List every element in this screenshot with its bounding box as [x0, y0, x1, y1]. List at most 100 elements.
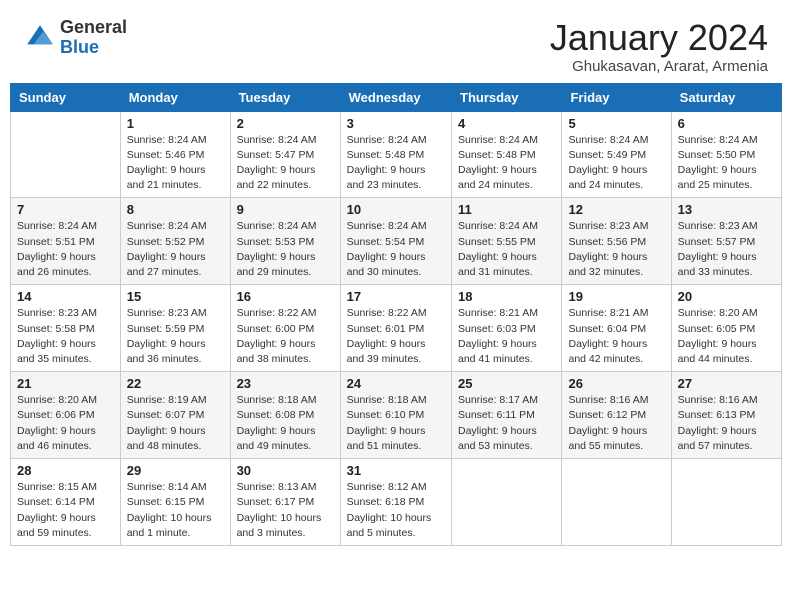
- calendar-cell: 19 Sunrise: 8:21 AMSunset: 6:04 PMDayligh…: [562, 285, 671, 372]
- day-number: 17: [347, 289, 445, 304]
- logo-general-text: General: [60, 18, 127, 38]
- cell-info: Sunrise: 8:12 AMSunset: 6:18 PMDaylight:…: [347, 480, 445, 541]
- calendar-cell: 11 Sunrise: 8:24 AMSunset: 5:55 PMDayligh…: [452, 198, 562, 285]
- logo-icon: [24, 22, 56, 54]
- cell-info: Sunrise: 8:23 AMSunset: 5:58 PMDaylight:…: [17, 306, 114, 367]
- day-number: 3: [347, 116, 445, 131]
- cell-info: Sunrise: 8:24 AMSunset: 5:46 PMDaylight:…: [127, 133, 224, 194]
- day-number: 1: [127, 116, 224, 131]
- calendar-cell: 28 Sunrise: 8:15 AMSunset: 6:14 PMDayligh…: [11, 459, 121, 546]
- calendar-cell: 14 Sunrise: 8:23 AMSunset: 5:58 PMDayligh…: [11, 285, 121, 372]
- logo-blue-text: Blue: [60, 38, 127, 58]
- calendar-cell: 21 Sunrise: 8:20 AMSunset: 6:06 PMDayligh…: [11, 372, 121, 459]
- cell-info: Sunrise: 8:16 AMSunset: 6:12 PMDaylight:…: [568, 393, 664, 454]
- calendar-cell: 12 Sunrise: 8:23 AMSunset: 5:56 PMDayligh…: [562, 198, 671, 285]
- cell-info: Sunrise: 8:20 AMSunset: 6:05 PMDaylight:…: [678, 306, 775, 367]
- calendar-cell: 18Sunrise: 8:21 AMSunset: 6:03 PMDayligh…: [452, 285, 562, 372]
- calendar-table: SundayMondayTuesdayWednesdayThursdayFrid…: [10, 83, 782, 546]
- calendar-cell: 30Sunrise: 8:13 AMSunset: 6:17 PMDayligh…: [230, 459, 340, 546]
- weekday-header: Wednesday: [340, 83, 451, 111]
- calendar-cell: [671, 459, 781, 546]
- day-number: 22: [127, 376, 224, 391]
- calendar-cell: 17 Sunrise: 8:22 AMSunset: 6:01 PMDayligh…: [340, 285, 451, 372]
- day-number: 20: [678, 289, 775, 304]
- cell-info: Sunrise: 8:18 AMSunset: 6:10 PMDaylight:…: [347, 393, 445, 454]
- cell-info: Sunrise: 8:21 AMSunset: 6:03 PMDaylight:…: [458, 306, 555, 367]
- weekday-header: Saturday: [671, 83, 781, 111]
- cell-info: Sunrise: 8:24 AMSunset: 5:52 PMDaylight:…: [127, 219, 224, 280]
- day-number: 21: [17, 376, 114, 391]
- day-number: 10: [347, 202, 445, 217]
- calendar-week-row: 7Sunrise: 8:24 AMSunset: 5:51 PMDaylight…: [11, 198, 782, 285]
- weekday-header: Tuesday: [230, 83, 340, 111]
- calendar-cell: 4 Sunrise: 8:24 AMSunset: 5:48 PMDaylight…: [452, 111, 562, 198]
- calendar-cell: 13 Sunrise: 8:23 AMSunset: 5:57 PMDayligh…: [671, 198, 781, 285]
- calendar-cell: 20 Sunrise: 8:20 AMSunset: 6:05 PMDayligh…: [671, 285, 781, 372]
- day-number: 6: [678, 116, 775, 131]
- location-text: Ghukasavan, Ararat, Armenia: [550, 58, 768, 75]
- weekday-header: Friday: [562, 83, 671, 111]
- logo: General Blue: [24, 18, 127, 58]
- cell-info: Sunrise: 8:19 AMSunset: 6:07 PMDaylight:…: [127, 393, 224, 454]
- calendar-cell: 8 Sunrise: 8:24 AMSunset: 5:52 PMDaylight…: [120, 198, 230, 285]
- cell-info: Sunrise: 8:24 AMSunset: 5:50 PMDaylight:…: [678, 133, 775, 194]
- weekday-header: Sunday: [11, 83, 121, 111]
- day-number: 19: [568, 289, 664, 304]
- day-number: 31: [347, 463, 445, 478]
- cell-info: Sunrise: 8:16 AMSunset: 6:13 PMDaylight:…: [678, 393, 775, 454]
- calendar-cell: 16 Sunrise: 8:22 AMSunset: 6:00 PMDayligh…: [230, 285, 340, 372]
- cell-info: Sunrise: 8:23 AMSunset: 5:59 PMDaylight:…: [127, 306, 224, 367]
- day-number: 5: [568, 116, 664, 131]
- calendar-cell: 9Sunrise: 8:24 AMSunset: 5:53 PMDaylight…: [230, 198, 340, 285]
- calendar-cell: [11, 111, 121, 198]
- day-number: 11: [458, 202, 555, 217]
- calendar-cell: 6 Sunrise: 8:24 AMSunset: 5:50 PMDaylight…: [671, 111, 781, 198]
- cell-info: Sunrise: 8:14 AMSunset: 6:15 PMDaylight:…: [127, 480, 224, 541]
- calendar-cell: [562, 459, 671, 546]
- cell-info: Sunrise: 8:23 AMSunset: 5:57 PMDaylight:…: [678, 219, 775, 280]
- cell-info: Sunrise: 8:22 AMSunset: 6:01 PMDaylight:…: [347, 306, 445, 367]
- cell-info: Sunrise: 8:24 AMSunset: 5:55 PMDaylight:…: [458, 219, 555, 280]
- cell-info: Sunrise: 8:24 AMSunset: 5:54 PMDaylight:…: [347, 219, 445, 280]
- day-number: 9: [237, 202, 334, 217]
- calendar-cell: 10 Sunrise: 8:24 AMSunset: 5:54 PMDayligh…: [340, 198, 451, 285]
- calendar-cell: 29Sunrise: 8:14 AMSunset: 6:15 PMDayligh…: [120, 459, 230, 546]
- calendar-cell: 23Sunrise: 8:18 AMSunset: 6:08 PMDayligh…: [230, 372, 340, 459]
- day-number: 7: [17, 202, 114, 217]
- calendar-cell: 25 Sunrise: 8:17 AMSunset: 6:11 PMDayligh…: [452, 372, 562, 459]
- day-number: 26: [568, 376, 664, 391]
- day-number: 13: [678, 202, 775, 217]
- calendar-week-row: 21 Sunrise: 8:20 AMSunset: 6:06 PMDayligh…: [11, 372, 782, 459]
- day-number: 14: [17, 289, 114, 304]
- day-number: 16: [237, 289, 334, 304]
- day-number: 25: [458, 376, 555, 391]
- calendar-week-row: 14 Sunrise: 8:23 AMSunset: 5:58 PMDayligh…: [11, 285, 782, 372]
- day-number: 8: [127, 202, 224, 217]
- day-number: 2: [237, 116, 334, 131]
- day-number: 28: [17, 463, 114, 478]
- calendar-cell: 15 Sunrise: 8:23 AMSunset: 5:59 PMDayligh…: [120, 285, 230, 372]
- calendar-week-row: 1 Sunrise: 8:24 AMSunset: 5:46 PMDaylight…: [11, 111, 782, 198]
- calendar-container: SundayMondayTuesdayWednesdayThursdayFrid…: [0, 83, 792, 556]
- cell-info: Sunrise: 8:24 AMSunset: 5:47 PMDaylight:…: [237, 133, 334, 194]
- calendar-cell: 26 Sunrise: 8:16 AMSunset: 6:12 PMDayligh…: [562, 372, 671, 459]
- cell-info: Sunrise: 8:21 AMSunset: 6:04 PMDaylight:…: [568, 306, 664, 367]
- calendar-cell: 5 Sunrise: 8:24 AMSunset: 5:49 PMDaylight…: [562, 111, 671, 198]
- calendar-week-row: 28 Sunrise: 8:15 AMSunset: 6:14 PMDayligh…: [11, 459, 782, 546]
- day-number: 23: [237, 376, 334, 391]
- calendar-cell: 3Sunrise: 8:24 AMSunset: 5:48 PMDaylight…: [340, 111, 451, 198]
- page-header: General Blue January 2024 Ghukasavan, Ar…: [0, 0, 792, 83]
- day-number: 12: [568, 202, 664, 217]
- cell-info: Sunrise: 8:15 AMSunset: 6:14 PMDaylight:…: [17, 480, 114, 541]
- cell-info: Sunrise: 8:17 AMSunset: 6:11 PMDaylight:…: [458, 393, 555, 454]
- calendar-cell: 22 Sunrise: 8:19 AMSunset: 6:07 PMDayligh…: [120, 372, 230, 459]
- cell-info: Sunrise: 8:23 AMSunset: 5:56 PMDaylight:…: [568, 219, 664, 280]
- weekday-header: Monday: [120, 83, 230, 111]
- cell-info: Sunrise: 8:24 AMSunset: 5:49 PMDaylight:…: [568, 133, 664, 194]
- day-number: 15: [127, 289, 224, 304]
- cell-info: Sunrise: 8:24 AMSunset: 5:48 PMDaylight:…: [458, 133, 555, 194]
- cell-info: Sunrise: 8:22 AMSunset: 6:00 PMDaylight:…: [237, 306, 334, 367]
- cell-info: Sunrise: 8:20 AMSunset: 6:06 PMDaylight:…: [17, 393, 114, 454]
- day-number: 4: [458, 116, 555, 131]
- calendar-cell: 7Sunrise: 8:24 AMSunset: 5:51 PMDaylight…: [11, 198, 121, 285]
